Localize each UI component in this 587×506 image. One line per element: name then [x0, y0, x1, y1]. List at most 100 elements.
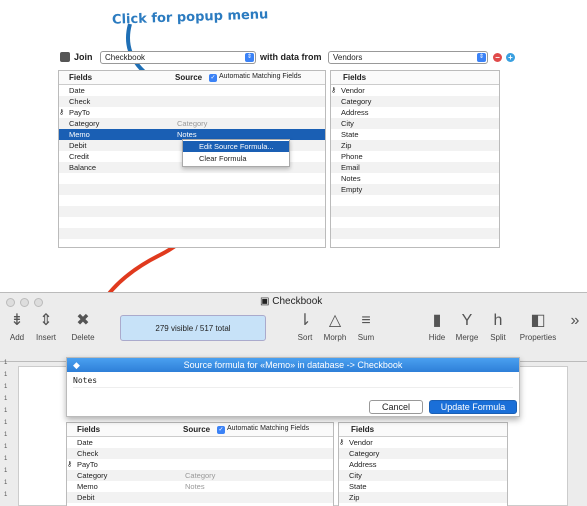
source-field-name: Phone — [341, 152, 363, 161]
source-field-rows: ⚷ Vendor Category Address City State Zip Phone E… — [331, 85, 499, 239]
field-name: Category — [69, 119, 100, 128]
minimize-window-button[interactable] — [20, 298, 29, 307]
join-bar: Join Checkbook ⇕ with data from Vendors … — [60, 51, 520, 65]
key-icon: ⚷ — [59, 109, 65, 116]
gutter-mark: 1 — [4, 420, 8, 426]
document-icon: ▣ — [260, 296, 273, 307]
source-field-name: Notes — [341, 174, 361, 183]
source-field-name: Email — [341, 163, 360, 172]
lower-auto-matching-label: Automatic Matching Fields — [227, 425, 310, 432]
lower-fields-header: Fields — [77, 425, 101, 434]
row-gutter: 1 1 1 1 1 1 1 1 1 1 1 1 — [0, 360, 14, 506]
field-row[interactable]: Check — [59, 96, 325, 107]
auto-matching-label: Automatic Matching Fields — [219, 73, 302, 80]
sort-label: Sort — [297, 333, 313, 342]
remove-icon[interactable]: − — [493, 53, 502, 62]
morph-button[interactable]: △ Morph — [318, 311, 352, 342]
source-field-name: Address — [349, 460, 377, 469]
menu-item-edit-source-formula[interactable]: Edit Source Formula... — [183, 141, 289, 152]
properties-icon: ◧ — [530, 312, 546, 329]
source-field-row[interactable]: Phone — [331, 151, 499, 162]
source-field-row[interactable]: Empty — [331, 184, 499, 195]
delete-button[interactable]: ✖ Delete — [66, 311, 100, 342]
source-field-row[interactable]: Zip — [339, 492, 507, 503]
cancel-button[interactable]: Cancel — [369, 400, 423, 414]
lower-source-header: Source — [183, 425, 211, 434]
source-field-row[interactable]: State — [331, 129, 499, 140]
field-row[interactable]: Debit — [67, 492, 333, 503]
empty-row — [59, 184, 325, 195]
hide-button[interactable]: ▮ Hide — [422, 311, 452, 342]
source-field-row[interactable]: Address — [339, 459, 507, 470]
auto-matching-checkbox[interactable]: ✓ Automatic Matching Fields — [209, 73, 301, 82]
window-title-text: Checkbook — [272, 296, 323, 307]
source-field-row[interactable]: Category — [331, 96, 499, 107]
gutter-mark: 1 — [4, 408, 8, 414]
empty-row — [331, 206, 499, 217]
source-field-name: Category — [349, 449, 380, 458]
field-name: Category — [77, 471, 108, 480]
sum-label: Sum — [357, 333, 375, 342]
formula-editor[interactable]: Notes — [73, 374, 513, 388]
field-name: Date — [77, 438, 93, 447]
close-window-button[interactable] — [6, 298, 15, 307]
source-field-row[interactable]: Category — [339, 448, 507, 459]
zoom-window-button[interactable] — [34, 298, 43, 307]
fields-header: Fields — [69, 73, 93, 82]
source-field-row[interactable]: Address — [331, 107, 499, 118]
lower-source-fields-panel: Fields ⚷ Vendor Category Address City State Zi… — [338, 422, 508, 506]
source-field-row[interactable]: ⚷ Vendor — [331, 85, 499, 96]
insert-icon: ⇕ — [39, 312, 53, 329]
record-count: 279 visible / 517 total — [120, 315, 266, 341]
field-row[interactable]: Category Category — [59, 118, 325, 129]
menu-item-clear-formula[interactable]: Clear Formula — [183, 153, 289, 164]
field-row[interactable]: ⚷ PayTo — [59, 107, 325, 118]
source-field-row[interactable]: ⚷ Vendor — [339, 437, 507, 448]
split-button[interactable]: h Split — [484, 311, 512, 342]
tag-icon: ◆ — [73, 360, 80, 370]
add-button[interactable]: ⇟ Add — [2, 311, 32, 342]
lower-auto-matching-checkbox[interactable]: ✓ Automatic Matching Fields — [217, 425, 309, 434]
title-bar: ▣ Checkbook — [0, 293, 587, 311]
merge-button[interactable]: Y Merge — [450, 311, 484, 342]
source-field-name: Vendor — [349, 438, 373, 447]
delete-icon: ✖ — [76, 312, 90, 329]
join-label: Join — [74, 52, 93, 62]
sort-button[interactable]: ⇂ Sort — [290, 311, 320, 342]
field-row[interactable]: Category Category — [67, 470, 333, 481]
source-field-row[interactable]: Notes — [331, 173, 499, 184]
database-icon — [60, 52, 70, 62]
field-name: Credit — [69, 152, 90, 161]
source-field-name: State — [341, 130, 359, 139]
field-row[interactable]: Date — [67, 437, 333, 448]
key-icon: ⚷ — [339, 439, 345, 446]
source-field-row[interactable]: Email — [331, 162, 499, 173]
field-row[interactable]: ⚷ PayTo — [67, 459, 333, 470]
merge-icon: Y — [461, 312, 473, 329]
hide-icon: ▮ — [432, 312, 442, 329]
gutter-mark: 1 — [4, 372, 8, 378]
checkmark-icon: ✓ — [209, 74, 217, 82]
field-row[interactable]: Memo Notes — [67, 481, 333, 492]
source-field-row[interactable]: State — [339, 481, 507, 492]
source-field-name: Zip — [349, 493, 360, 502]
chevron-updown-icon: ⇕ — [245, 53, 254, 62]
update-formula-button[interactable]: Update Formula — [429, 400, 517, 414]
source-database-popup[interactable]: Vendors ⇕ — [328, 51, 488, 64]
overflow-button[interactable]: » — [566, 311, 584, 331]
properties-button[interactable]: ◧ Properties — [514, 311, 562, 342]
source-field-name: Address — [341, 108, 369, 117]
gutter-mark: 1 — [4, 384, 8, 390]
field-row[interactable]: Check — [67, 448, 333, 459]
field-row[interactable]: Date — [59, 85, 325, 96]
join-database-popup[interactable]: Checkbook ⇕ — [100, 51, 256, 64]
chevron-right-icon: » — [570, 312, 580, 329]
source-field-row[interactable]: City — [339, 470, 507, 481]
source-field-row[interactable]: City — [331, 118, 499, 129]
source-field-row[interactable]: Zip — [331, 140, 499, 151]
source-formula-sheet: ◆ Source formula for «Memo» in database … — [66, 357, 520, 417]
insert-button[interactable]: ⇕ Insert — [30, 311, 62, 342]
add-icon[interactable]: + — [506, 53, 515, 62]
source-field-name: City — [341, 119, 354, 128]
sum-button[interactable]: ≡ Sum — [350, 311, 382, 342]
